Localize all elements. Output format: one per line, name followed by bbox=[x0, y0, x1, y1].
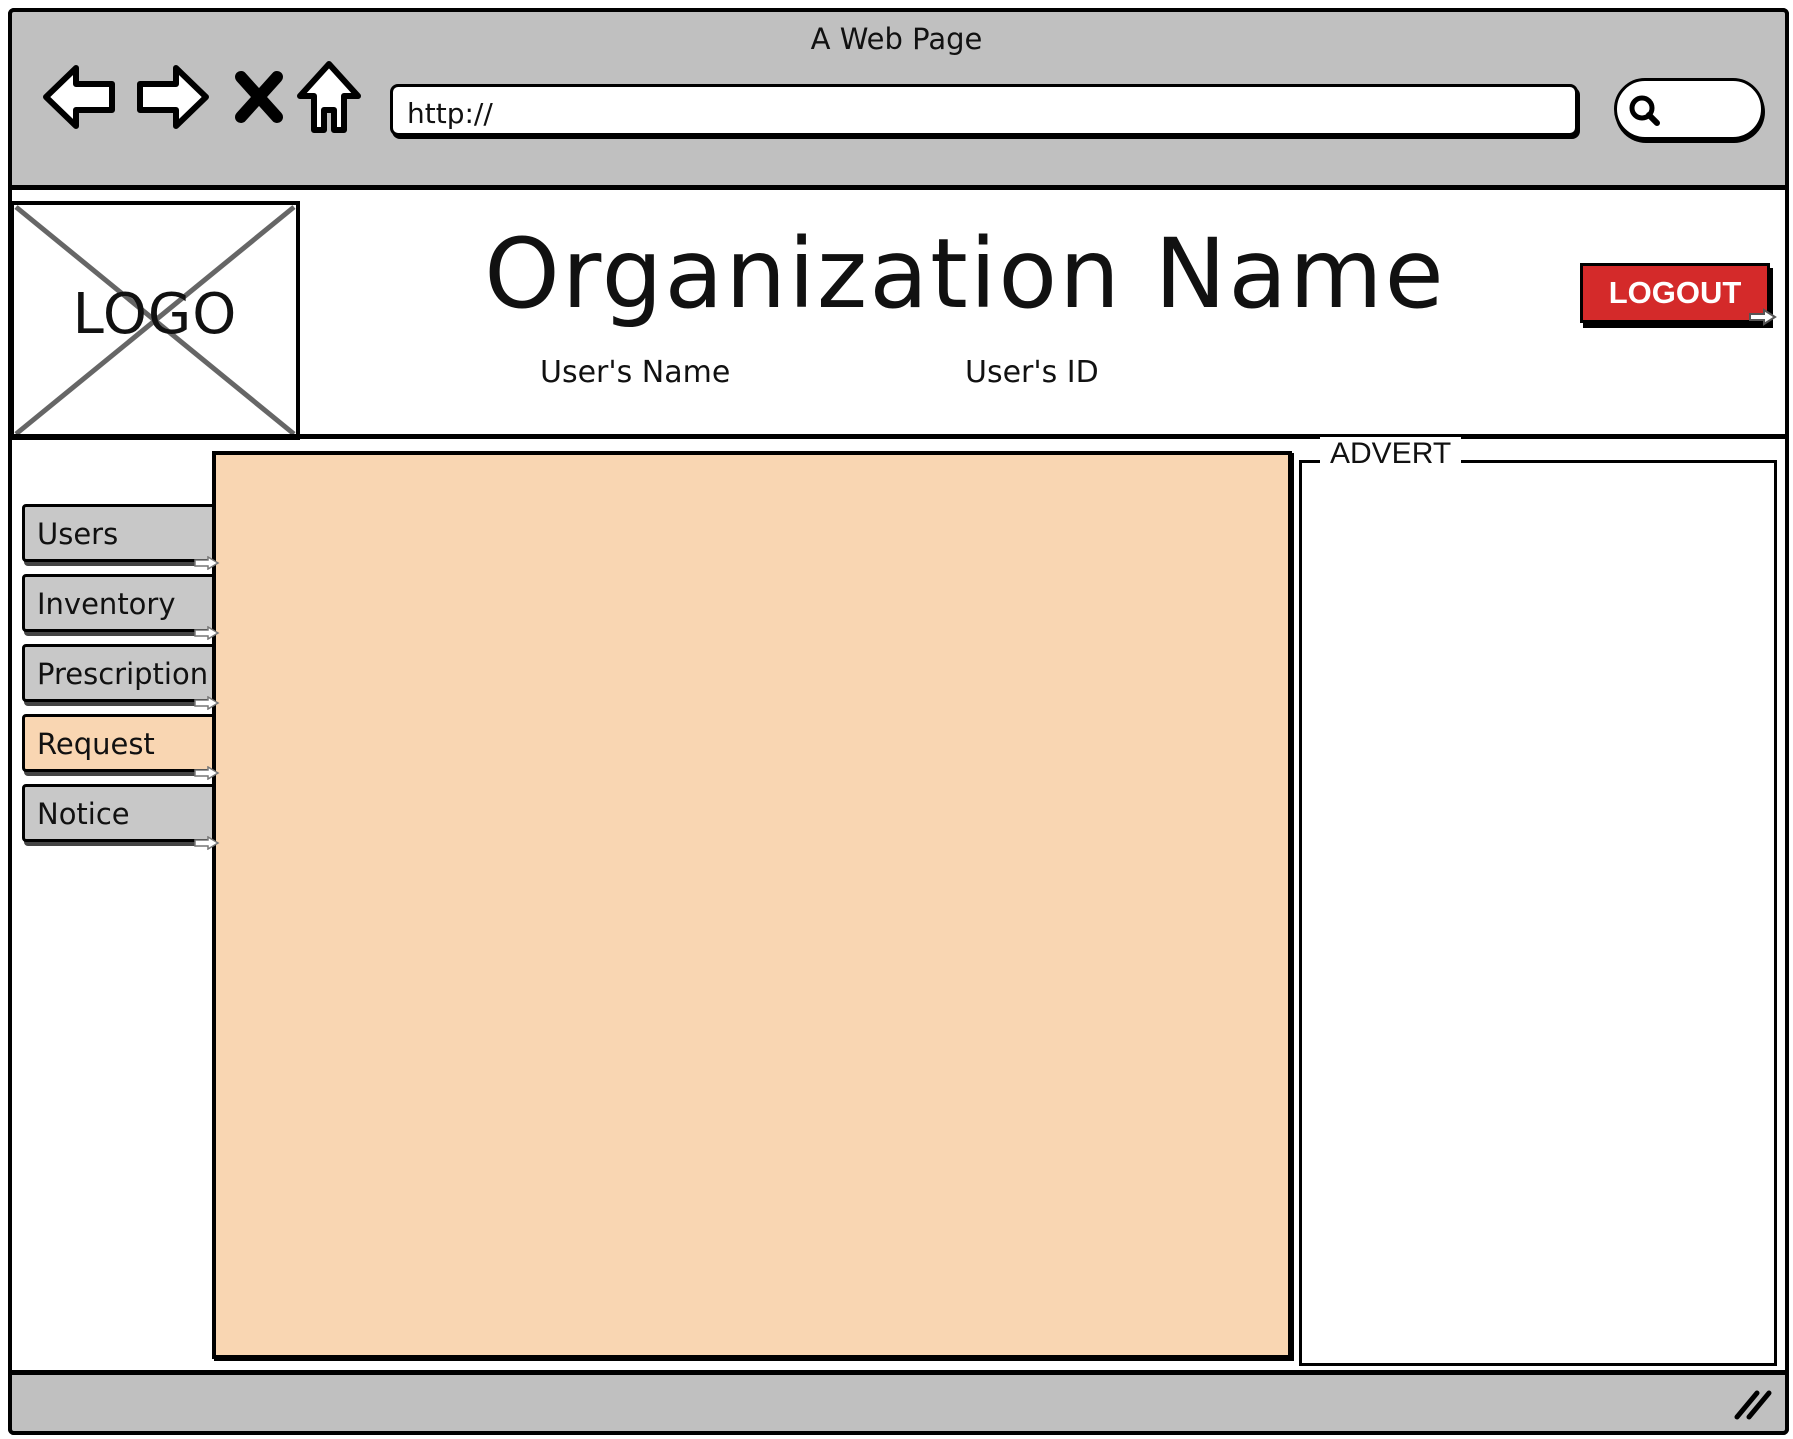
sidebar-item-prescription[interactable]: Prescription bbox=[22, 644, 218, 702]
sidebar-item-label: Users bbox=[37, 517, 119, 551]
link-arrow-icon bbox=[194, 766, 220, 780]
logout-button[interactable]: LOGOUT bbox=[1580, 263, 1770, 323]
user-id: User's ID bbox=[965, 355, 1099, 390]
advert-panel bbox=[1299, 460, 1777, 1366]
search-icon bbox=[1629, 95, 1660, 126]
status-bar bbox=[8, 1370, 1789, 1435]
organization-name: Organization Name bbox=[484, 218, 1446, 330]
link-arrow-icon bbox=[194, 556, 220, 570]
advert-label: ADVERT bbox=[1320, 437, 1462, 471]
link-arrow-icon bbox=[194, 626, 220, 640]
back-arrow-icon[interactable] bbox=[40, 58, 118, 136]
search-field[interactable] bbox=[1614, 78, 1764, 140]
sidebar-item-label: Prescription bbox=[37, 657, 209, 691]
address-bar-value: http:// bbox=[407, 97, 493, 130]
link-arrow-icon bbox=[1749, 308, 1777, 326]
main-content-panel bbox=[212, 451, 1292, 1359]
header-divider bbox=[8, 434, 1789, 439]
sidebar-item-inventory[interactable]: Inventory bbox=[22, 574, 218, 632]
home-icon[interactable] bbox=[290, 58, 368, 136]
sidebar-item-label: Request bbox=[37, 727, 155, 761]
stop-icon[interactable] bbox=[220, 58, 298, 136]
link-arrow-icon bbox=[194, 836, 220, 850]
resize-grip-icon[interactable] bbox=[1733, 1387, 1773, 1421]
sidebar-item-label: Inventory bbox=[37, 587, 176, 621]
user-name: User's Name bbox=[540, 355, 731, 390]
sidebar-item-notice[interactable]: Notice bbox=[22, 784, 218, 842]
sidebar-item-users[interactable]: Users bbox=[22, 504, 218, 562]
address-bar[interactable]: http:// bbox=[390, 84, 1578, 136]
link-arrow-icon bbox=[194, 696, 220, 710]
window-title: A Web Page bbox=[810, 22, 983, 56]
sidebar-item-request[interactable]: Request bbox=[22, 714, 218, 772]
logo-text: LOGO bbox=[72, 282, 238, 347]
forward-arrow-icon[interactable] bbox=[134, 58, 212, 136]
sidebar-item-label: Notice bbox=[37, 797, 130, 831]
